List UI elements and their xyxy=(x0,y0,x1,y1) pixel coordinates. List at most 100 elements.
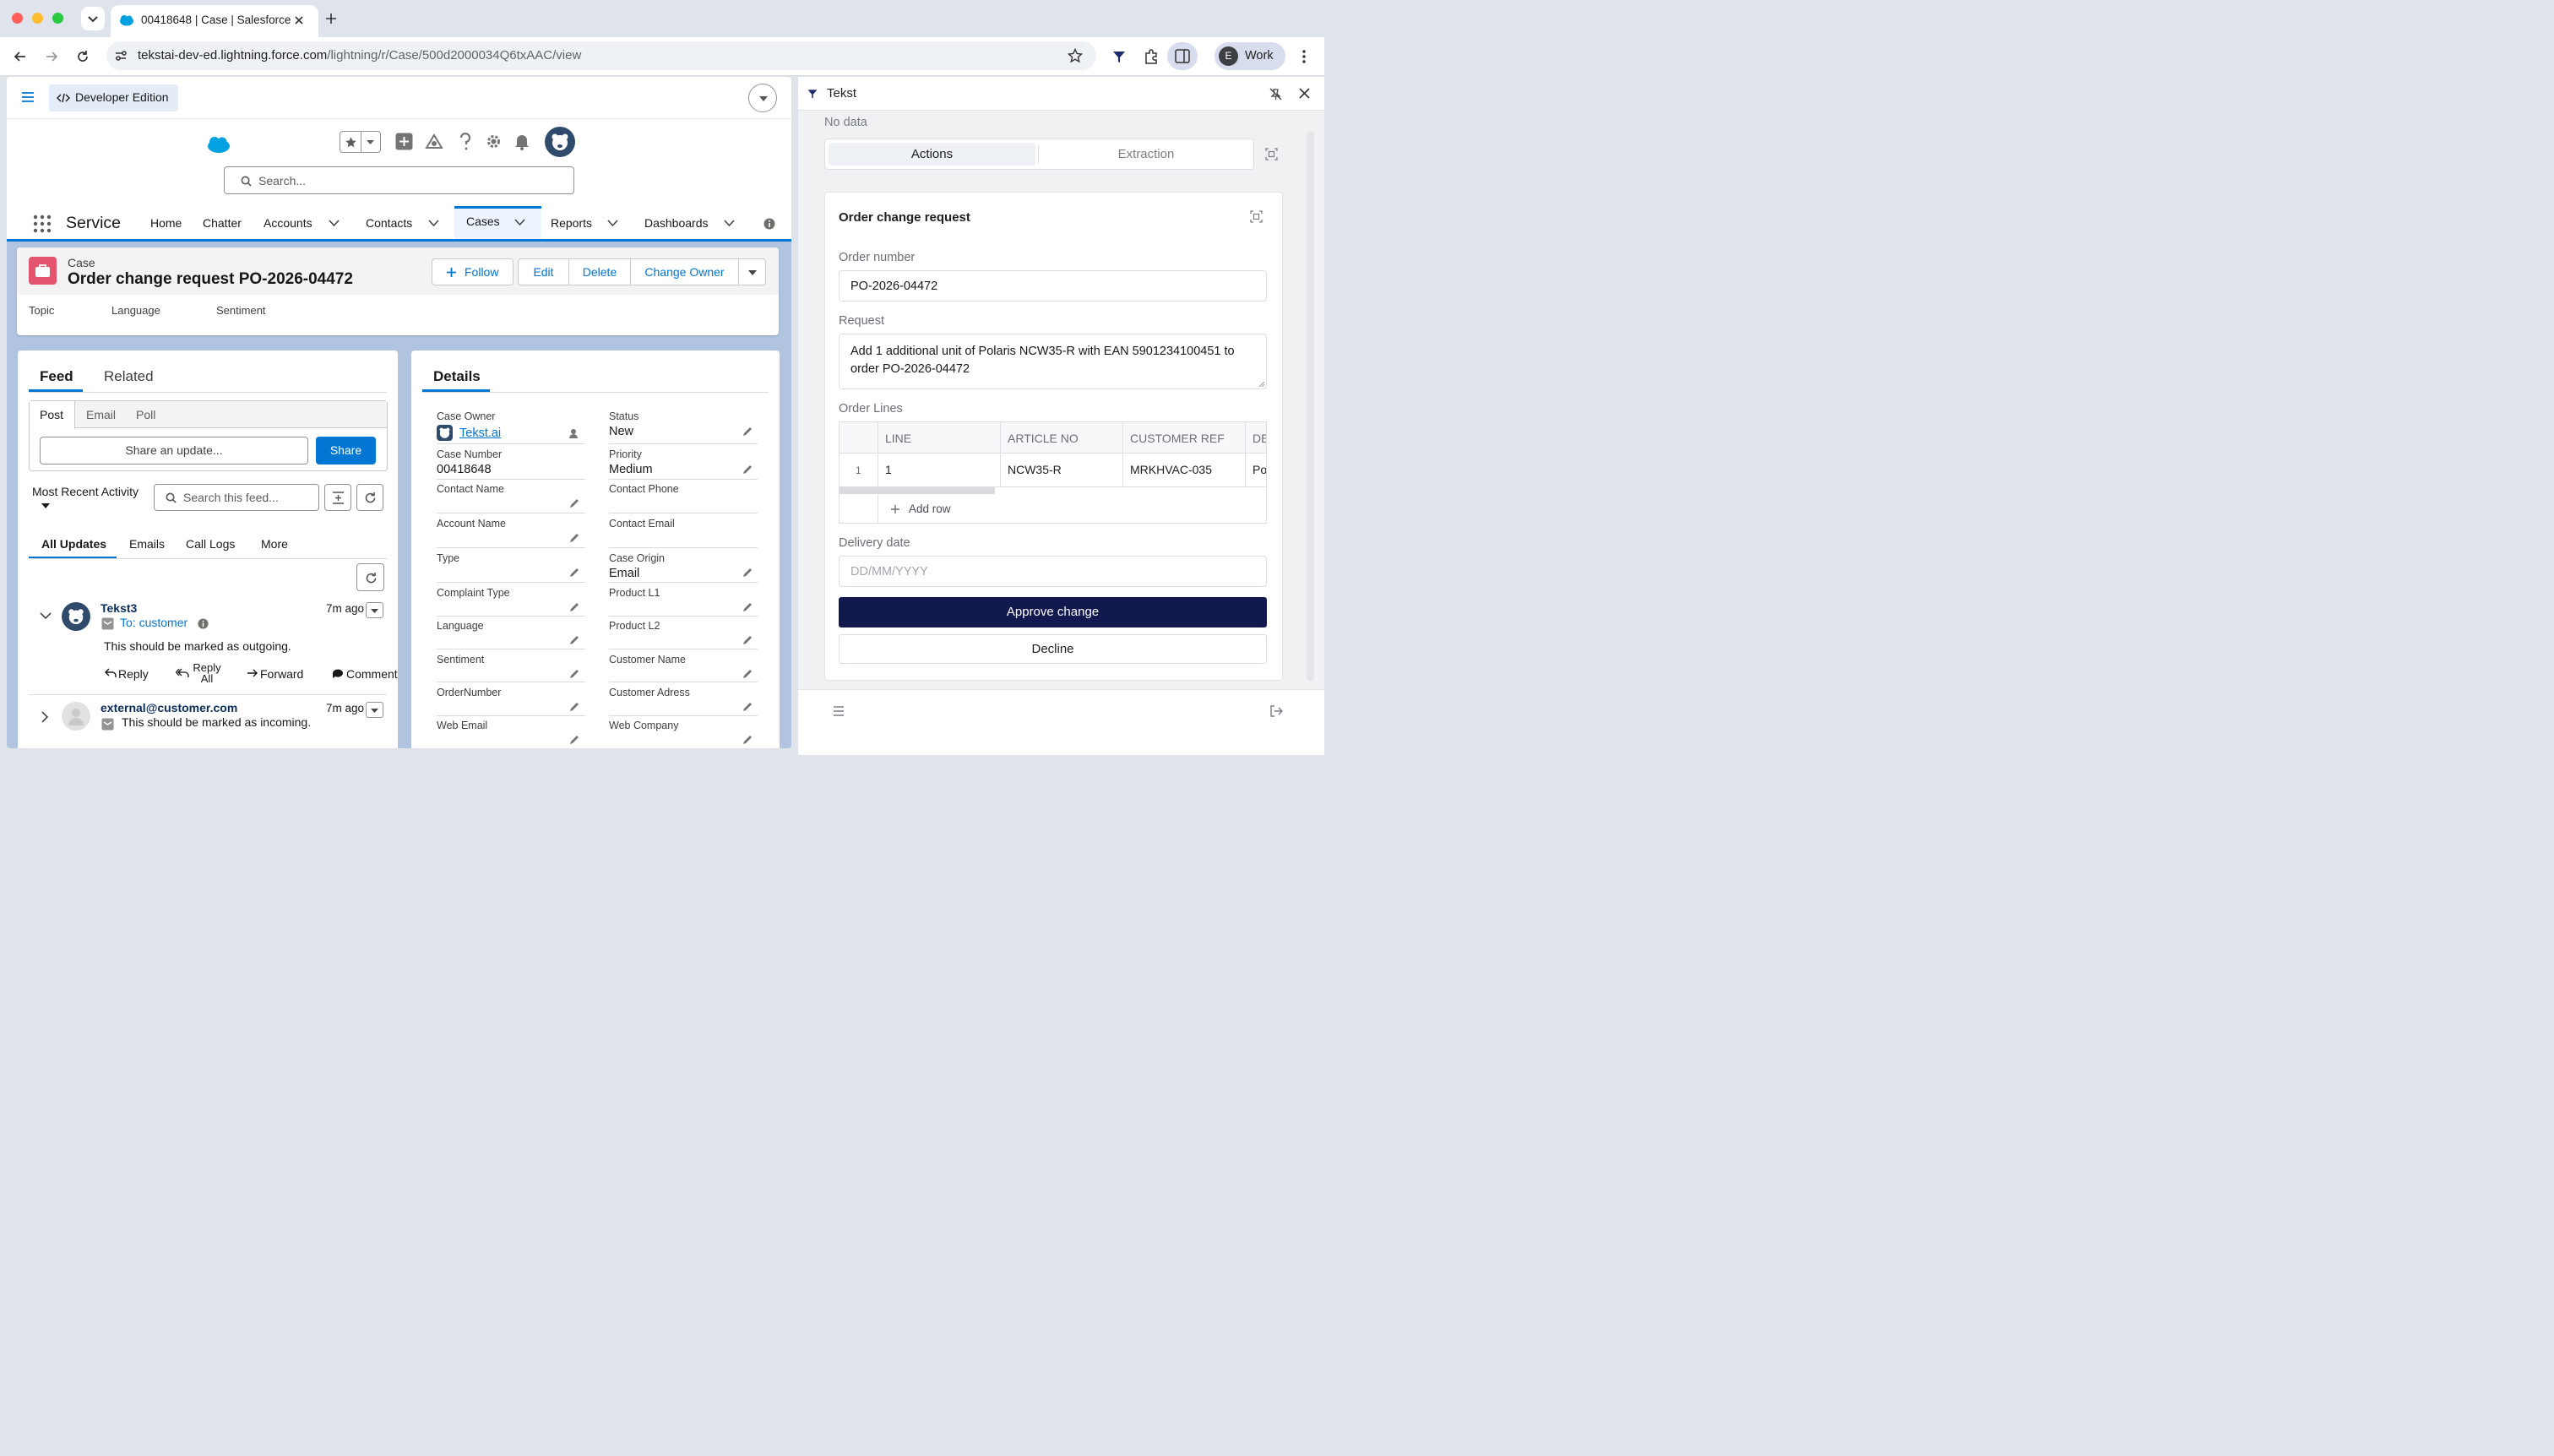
delivery-date-input[interactable]: DD/MM/YYYY xyxy=(839,556,1267,587)
settings-gear-icon[interactable] xyxy=(485,133,503,150)
case-owner-link[interactable]: Tekst.ai xyxy=(459,426,501,440)
edit-pencil-icon[interactable] xyxy=(568,532,580,544)
feed-refresh-button[interactable] xyxy=(356,484,383,511)
column-header[interactable]: DE xyxy=(1253,432,1266,445)
user-avatar[interactable] xyxy=(545,127,575,157)
edit-pencil-icon[interactable] xyxy=(742,464,753,475)
menu-lines-icon[interactable] xyxy=(833,706,845,716)
browser-menu-icon[interactable] xyxy=(1299,49,1309,64)
close-panel-icon[interactable] xyxy=(1299,88,1310,99)
share-button[interactable]: Share xyxy=(316,437,376,465)
edit-pencil-icon[interactable] xyxy=(568,497,580,509)
feed-author[interactable]: external@customer.com xyxy=(101,701,237,714)
nav-dashboards-chevron-icon[interactable] xyxy=(724,220,735,227)
salesforce-logo-icon[interactable] xyxy=(206,136,231,154)
tab-feed[interactable]: Feed xyxy=(40,368,73,385)
edit-pencil-icon[interactable] xyxy=(742,734,753,746)
browser-tab[interactable]: 00418648 | Case | Salesforce xyxy=(111,5,318,37)
maximize-window-button[interactable] xyxy=(52,13,63,24)
cell-line[interactable]: 1 xyxy=(885,463,892,476)
side-panel-button[interactable] xyxy=(1167,42,1198,70)
back-arrow-icon[interactable] xyxy=(13,49,28,64)
info-icon[interactable] xyxy=(198,618,209,629)
publisher-tab-post[interactable]: Post xyxy=(40,408,63,421)
feed-time[interactable]: 7m ago xyxy=(326,602,364,615)
minimize-window-button[interactable] xyxy=(32,13,43,24)
nav-contacts[interactable]: Contacts xyxy=(366,208,412,239)
filter-more[interactable]: More xyxy=(261,537,288,551)
favorites-button[interactable] xyxy=(340,131,381,153)
feed-item-menu-button[interactable] xyxy=(366,602,383,618)
edit-pencil-icon[interactable] xyxy=(742,601,753,613)
nav-accounts-chevron-icon[interactable] xyxy=(329,220,340,227)
profile-button[interactable]: E Work xyxy=(1215,42,1285,70)
global-search-input[interactable]: Search... xyxy=(224,166,574,194)
delete-button[interactable]: Delete xyxy=(568,258,631,285)
publisher-tab-poll[interactable]: Poll xyxy=(136,408,155,421)
hamburger-menu-icon[interactable] xyxy=(21,91,35,103)
edit-pencil-icon[interactable] xyxy=(742,701,753,713)
tab-extraction[interactable]: Extraction xyxy=(1041,143,1251,166)
edit-button[interactable]: Edit xyxy=(518,258,569,285)
developer-edition-badge[interactable]: Developer Edition xyxy=(49,84,178,111)
expand-chevron-icon[interactable] xyxy=(41,711,49,723)
edit-pencil-icon[interactable] xyxy=(742,668,753,680)
nav-cases-tab[interactable]: Cases xyxy=(454,206,541,239)
edit-pencil-icon[interactable] xyxy=(742,567,753,579)
vertical-scrollbar[interactable] xyxy=(1307,132,1314,681)
column-header[interactable]: LINE xyxy=(885,432,911,445)
nav-dashboards[interactable]: Dashboards xyxy=(644,208,709,239)
approve-change-button[interactable]: Approve change xyxy=(839,597,1267,627)
collapse-chevron-icon[interactable] xyxy=(40,612,52,620)
tekst-extension-icon[interactable] xyxy=(1111,49,1127,64)
edit-pencil-icon[interactable] xyxy=(568,601,580,613)
edit-pencil-icon[interactable] xyxy=(742,634,753,646)
change-owner-icon[interactable] xyxy=(568,427,580,439)
reply-action[interactable]: Reply xyxy=(118,667,149,681)
nav-reports-chevron-icon[interactable] xyxy=(607,220,618,227)
notifications-bell-icon[interactable] xyxy=(514,133,530,150)
nav-cases[interactable]: Cases xyxy=(466,206,500,237)
decline-button[interactable]: Decline xyxy=(839,634,1267,664)
edit-pencil-icon[interactable] xyxy=(742,426,753,437)
nav-contacts-chevron-icon[interactable] xyxy=(428,220,439,227)
info-icon[interactable] xyxy=(763,218,775,230)
close-window-button[interactable] xyxy=(12,13,23,24)
edit-pencil-icon[interactable] xyxy=(568,567,580,579)
feed-recipient[interactable]: To: customer xyxy=(120,616,187,629)
site-settings-icon[interactable] xyxy=(114,49,128,62)
bookmark-star-icon[interactable] xyxy=(1068,48,1083,63)
edit-pencil-icon[interactable] xyxy=(568,701,580,713)
cell-customer-ref[interactable]: MRKHVAC-035 xyxy=(1130,463,1212,476)
feed-search-input[interactable]: Search this feed... xyxy=(154,484,319,511)
sort-caret-icon[interactable] xyxy=(41,503,51,509)
nav-home[interactable]: Home xyxy=(150,208,182,239)
cell-article[interactable]: NCW35-R xyxy=(1008,463,1062,476)
filter-call-logs[interactable]: Call Logs xyxy=(186,537,235,551)
request-textarea[interactable]: Add 1 additional unit of Polaris NCW35-R… xyxy=(839,334,1267,389)
change-owner-button[interactable]: Change Owner xyxy=(630,258,739,285)
resize-handle-icon[interactable] xyxy=(1258,381,1265,388)
nav-cases-chevron-icon[interactable] xyxy=(514,219,525,226)
filter-all-updates[interactable]: All Updates xyxy=(41,537,106,551)
feed-filter-button[interactable] xyxy=(324,484,351,511)
global-create-icon[interactable] xyxy=(395,133,413,150)
close-tab-icon[interactable] xyxy=(293,14,305,26)
column-header[interactable]: ARTICLE NO xyxy=(1008,432,1079,445)
app-launcher-icon[interactable] xyxy=(32,214,52,234)
feed-author[interactable]: Tekst3 xyxy=(101,601,137,615)
trailhead-icon[interactable] xyxy=(425,133,443,150)
more-actions-button[interactable] xyxy=(738,258,766,285)
feed-time[interactable]: 7m ago xyxy=(326,702,364,714)
column-header[interactable]: CUSTOMER REF xyxy=(1130,432,1225,445)
refresh-feed-button[interactable] xyxy=(356,563,384,591)
feed-item-menu-button[interactable] xyxy=(366,702,383,718)
cell-description[interactable]: Po xyxy=(1253,463,1266,476)
edit-pencil-icon[interactable] xyxy=(568,668,580,680)
focus-frame-icon[interactable] xyxy=(1265,148,1278,160)
edit-pencil-icon[interactable] xyxy=(568,734,580,746)
extensions-puzzle-icon[interactable] xyxy=(1143,48,1160,65)
nav-chatter[interactable]: Chatter xyxy=(203,208,242,239)
nav-reports[interactable]: Reports xyxy=(551,208,592,239)
logout-icon[interactable] xyxy=(1269,705,1283,717)
